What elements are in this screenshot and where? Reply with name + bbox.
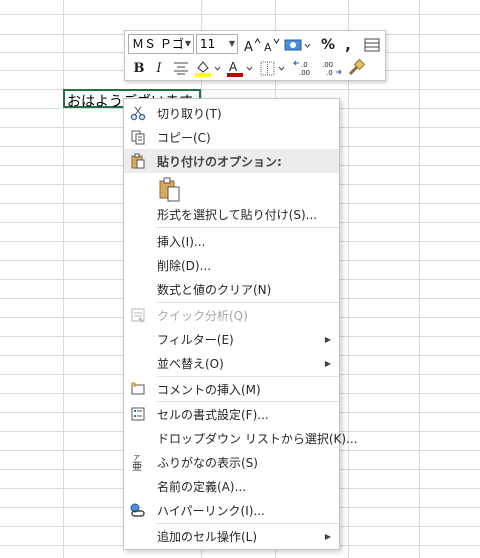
- mini-toolbar: ＭＳ Ｐゴ ▼ 11 ▼ A A % , B I A .0.00 .00.0: [124, 30, 386, 81]
- menu-item-show-phonetic-label: ふりがなの表示(S): [157, 455, 258, 470]
- comment-icon: [128, 379, 148, 399]
- menu-item-pick-from-list[interactable]: ドロップダウン リストから選択(K)...: [124, 426, 358, 450]
- hyperlink-icon: [128, 500, 148, 520]
- increase-font-size-button[interactable]: A: [241, 34, 263, 56]
- svg-text:ア: ア: [133, 454, 140, 462]
- paintbrush-icon: [348, 59, 365, 76]
- quick-analysis-icon: [128, 305, 148, 325]
- font-color-icon: A: [227, 60, 253, 77]
- currency-icon: [284, 39, 311, 51]
- italic-button[interactable]: I: [148, 57, 170, 79]
- svg-text:A: A: [244, 40, 253, 53]
- menu-item-hyperlink[interactable]: ハイパーリンク(I)...: [124, 498, 339, 522]
- borders-icon: [260, 61, 285, 76]
- align-center-button[interactable]: [170, 57, 192, 79]
- percent-style-button[interactable]: %: [317, 34, 339, 56]
- menu-item-delete-label: 削除(D)...: [157, 258, 212, 273]
- font-size-select[interactable]: 11 ▼: [196, 34, 238, 54]
- font-color-button[interactable]: A: [225, 57, 255, 79]
- increase-decimal-icon: .0.00: [293, 60, 310, 77]
- svg-text:.00: .00: [322, 61, 333, 69]
- menu-item-delete[interactable]: 削除(D)...: [124, 253, 339, 277]
- font-name-select[interactable]: ＭＳ Ｐゴ ▼: [128, 34, 194, 54]
- borders-button[interactable]: [259, 57, 289, 79]
- format-painter-button[interactable]: [345, 57, 367, 79]
- svg-text:.00: .00: [299, 69, 310, 77]
- paste-icon: [159, 177, 180, 202]
- paste-option-button[interactable]: [157, 176, 183, 204]
- copy-icon: [128, 127, 148, 147]
- context-menu: 切り取り(T) コピー(C) 貼り付けのオプション: 形式を選択して貼り付け(S…: [123, 98, 358, 550]
- svg-text:.0: .0: [301, 61, 308, 69]
- menu-item-additional-cell-actions[interactable]: 追加のセル操作(L) ▶: [124, 524, 339, 548]
- submenu-arrow-icon: ▶: [324, 358, 331, 368]
- comma-style-button[interactable]: ,: [337, 34, 359, 56]
- decrease-font-size-button[interactable]: A: [261, 34, 283, 56]
- clipboard-icon: [128, 151, 148, 171]
- chevron-down-icon: ▼: [184, 39, 191, 48]
- menu-item-format-cells-label: セルの書式設定(F)...: [157, 407, 269, 422]
- menu-item-filter-label: フィルター(E): [157, 332, 234, 347]
- menu-separator: [157, 227, 339, 228]
- menu-item-copy-label: コピー(C): [157, 130, 211, 145]
- menu-item-cut-label: 切り取り(T): [157, 106, 222, 121]
- chevron-down-icon: ▼: [228, 39, 235, 48]
- fill-color-button[interactable]: [193, 57, 223, 79]
- format-cells-icon: [128, 404, 148, 424]
- increase-font-icon: A: [244, 38, 261, 53]
- decrease-font-icon: A: [264, 38, 280, 53]
- font-size-value: 11: [200, 37, 216, 51]
- menu-item-filter[interactable]: フィルター(E) ▶: [124, 327, 339, 351]
- format-table-icon: [364, 38, 380, 52]
- paint-bucket-icon: [195, 61, 221, 77]
- menu-item-pick-from-list-label: ドロップダウン リストから選択(K)...: [157, 431, 358, 446]
- svg-text:A: A: [264, 41, 272, 53]
- row-divider: [0, 14, 480, 15]
- submenu-arrow-icon: ▶: [324, 531, 331, 541]
- bold-button[interactable]: B: [128, 57, 150, 79]
- menu-item-quick-analysis-label: クイック分析(Q): [157, 308, 248, 323]
- menu-item-additional-cell-actions-label: 追加のセル操作(L): [157, 529, 258, 544]
- decrease-decimal-icon: .00.0: [322, 61, 342, 77]
- menu-item-paste-special-label: 形式を選択して貼り付け(S)...: [157, 207, 318, 222]
- submenu-arrow-icon: ▶: [324, 334, 331, 344]
- svg-text:.0: .0: [326, 69, 333, 77]
- menu-item-clear-contents-label: 数式と値のクリア(N): [157, 282, 272, 297]
- menu-item-define-name[interactable]: 名前の定義(A)...: [124, 474, 339, 498]
- font-name-value: ＭＳ Ｐゴ: [132, 37, 184, 51]
- svg-text:A: A: [229, 60, 238, 74]
- paste-options-label: 貼り付けのオプション:: [157, 154, 282, 169]
- accounting-format-button[interactable]: [283, 34, 311, 56]
- menu-item-format-cells[interactable]: セルの書式設定(F)...: [124, 402, 339, 426]
- menu-item-hyperlink-label: ハイパーリンク(I)...: [157, 503, 265, 518]
- menu-item-quick-analysis: クイック分析(Q): [124, 303, 339, 327]
- menu-item-insert-comment-label: コメントの挿入(M): [157, 382, 261, 397]
- menu-item-insert-label: 挿入(I)...: [157, 234, 206, 249]
- decrease-decimal-button[interactable]: .00.0: [318, 57, 342, 79]
- scissors-icon: [128, 103, 148, 123]
- format-painter-table-button[interactable]: [361, 34, 383, 56]
- menu-item-define-name-label: 名前の定義(A)...: [157, 479, 247, 494]
- menu-item-sort-label: 並べ替え(O): [157, 356, 224, 371]
- phonetic-icon: ア亜: [128, 452, 148, 472]
- menu-item-show-phonetic[interactable]: ア亜 ふりがなの表示(S): [124, 450, 339, 474]
- menu-item-cut[interactable]: 切り取り(T): [124, 101, 339, 125]
- menu-item-paste-special[interactable]: 形式を選択して貼り付け(S)...: [124, 202, 339, 226]
- menu-item-insert-comment[interactable]: コメントの挿入(M): [124, 377, 339, 401]
- paste-options-header: 貼り付けのオプション:: [124, 149, 339, 173]
- svg-text:亜: 亜: [132, 462, 142, 471]
- menu-item-copy[interactable]: コピー(C): [124, 125, 339, 149]
- increase-decimal-button[interactable]: .0.00: [293, 57, 317, 79]
- align-center-icon: [174, 62, 188, 75]
- menu-item-insert[interactable]: 挿入(I)...: [124, 229, 339, 253]
- menu-item-sort[interactable]: 並べ替え(O) ▶: [124, 351, 339, 375]
- menu-item-clear-contents[interactable]: 数式と値のクリア(N): [124, 277, 339, 301]
